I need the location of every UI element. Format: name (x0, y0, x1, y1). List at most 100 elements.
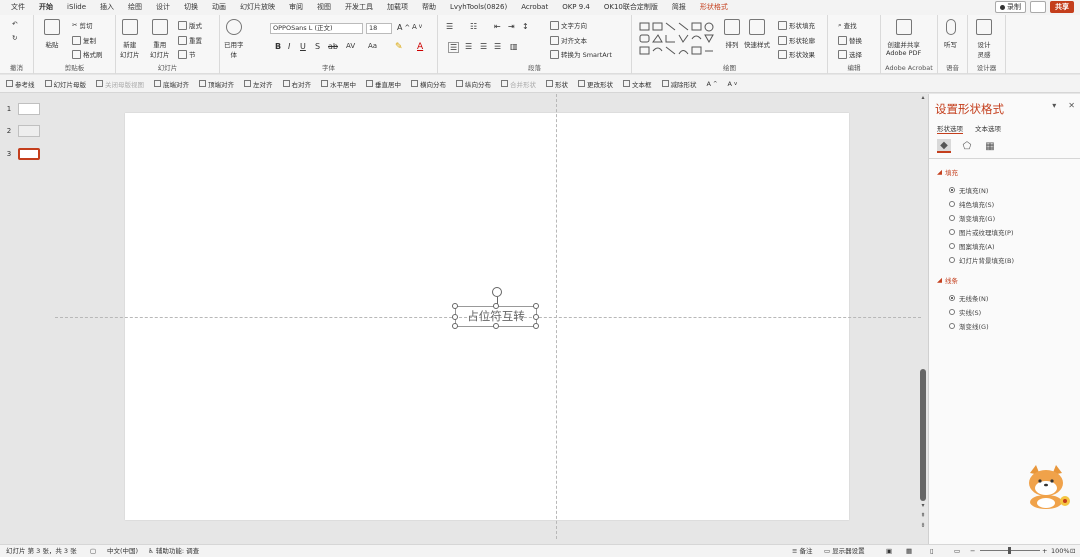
subtract-shape-button[interactable]: 减除形状 (661, 79, 697, 89)
section-button[interactable]: 节 (178, 49, 196, 59)
merge-shapes-button[interactable]: 合并形状 (501, 79, 536, 89)
italic-icon[interactable]: I (288, 42, 290, 51)
share-button[interactable]: 共享 (1050, 1, 1074, 13)
radio-solid-fill[interactable]: 纯色填充(S) (949, 199, 994, 209)
guides-button[interactable]: 参考线 (6, 79, 35, 89)
font-grow-small-icon[interactable]: A ^ (707, 80, 718, 88)
align-left-icon[interactable]: ☰ (448, 42, 460, 53)
slideshow-icon[interactable]: ▭ (954, 545, 960, 557)
distribute-v-button[interactable]: 纵向分布 (456, 79, 491, 89)
display-settings-button[interactable]: ▭ 显示器设置 (824, 545, 865, 557)
resize-handle-w[interactable] (452, 314, 458, 320)
radio-gradient-line[interactable]: 渐变线(G) (949, 321, 989, 331)
find-button[interactable]: ⌕ 查找 (838, 20, 857, 31)
thumbnail-1[interactable]: 1 (0, 103, 40, 115)
tab-text-options[interactable]: 文本选项 (975, 123, 1001, 133)
language-status[interactable]: 中文(中国) (107, 545, 138, 557)
arrange-button[interactable]: 排列 (724, 19, 740, 49)
font-shrink-small-icon[interactable]: Av (727, 80, 737, 88)
accessibility-status[interactable]: ♿ 辅助功能: 调查 (148, 545, 199, 557)
align-left-button[interactable]: 左对齐 (244, 79, 273, 89)
menu-islide[interactable]: iSlide (60, 0, 93, 15)
resize-handle-se[interactable] (533, 323, 539, 329)
menu-animations[interactable]: 动画 (205, 0, 233, 15)
slide-master-button[interactable]: 幻灯片母版 (44, 79, 86, 89)
menu-help[interactable]: 帮助 (415, 0, 443, 15)
menu-acrobat[interactable]: Acrobat (514, 0, 555, 15)
effects-pentagon-icon[interactable]: ⬠ (960, 139, 974, 153)
grow-font-icon[interactable]: A ^ (397, 23, 410, 32)
layout-button[interactable]: 版式 (178, 20, 202, 30)
menu-view[interactable]: 视图 (310, 0, 338, 15)
copy-button[interactable]: 复制 (72, 35, 96, 45)
fill-line-icon[interactable]: ◆ (937, 139, 951, 153)
reuse-slide-button[interactable]: 重用 幻灯片 (150, 19, 170, 59)
textbox-button[interactable]: 文本框 (623, 79, 652, 89)
menu-developer[interactable]: 开发工具 (338, 0, 380, 15)
shadow-icon[interactable]: S (315, 42, 320, 51)
align-center-icon[interactable]: ☰ (465, 42, 472, 51)
vertical-scrollbar[interactable]: ▴ ▾ ⇞ ⇟ (918, 94, 928, 534)
shape-outline-button[interactable]: 形状轮廓 (778, 35, 815, 45)
resize-handle-s[interactable] (493, 323, 499, 329)
zoom-slider-knob[interactable] (1008, 547, 1011, 554)
select-button[interactable]: 选择 (838, 49, 862, 59)
radio-solid-line[interactable]: 实线(S) (949, 307, 981, 317)
zoom-out-icon[interactable]: − (970, 545, 975, 557)
fill-section-header[interactable]: ◢ 填充 (937, 167, 958, 177)
smartart-button[interactable]: 转换为 SmartArt (550, 49, 612, 59)
normal-view-icon[interactable]: ▣ (886, 545, 892, 557)
paste-button[interactable]: 粘贴 (44, 19, 60, 49)
record-button[interactable]: 录制 (995, 1, 1026, 13)
undo-icon[interactable]: ↶ (12, 20, 17, 28)
size-properties-icon[interactable]: ▦ (983, 139, 997, 153)
placeholder-shape[interactable]: 占位符互转 (452, 287, 539, 329)
quick-styles-button[interactable]: 快速样式 (744, 19, 770, 49)
close-master-button[interactable]: 关闭母版视图 (96, 79, 144, 89)
tab-shape-options[interactable]: 形状选项 (937, 123, 963, 134)
shape-fill-button[interactable]: 形状填充 (778, 20, 815, 30)
resize-handle-sw[interactable] (452, 323, 458, 329)
bullets-icon[interactable]: ☰ (446, 22, 453, 31)
radio-gradient-fill[interactable]: 渐变填充(G) (949, 213, 995, 223)
increase-indent-icon[interactable]: ⇥ (508, 22, 515, 31)
distribute-h-button[interactable]: 横向分布 (411, 79, 446, 89)
menu-briefing[interactable]: 简报 (665, 0, 693, 15)
scrollbar-thumb[interactable] (920, 369, 926, 501)
align-right-button[interactable]: 右对齐 (282, 79, 311, 89)
slide-sorter-icon[interactable]: ▦ (906, 545, 912, 557)
menu-okp[interactable]: OKP 9.4 (555, 0, 597, 15)
font-name-select[interactable]: OPPOSans L (正文) (270, 23, 363, 34)
bold-icon[interactable]: B (275, 42, 281, 51)
pane-close-icon[interactable]: ✕ (1068, 101, 1075, 110)
menu-home[interactable]: 开始 (32, 0, 60, 16)
radio-pattern-fill[interactable]: 图案填充(A) (949, 241, 995, 251)
numbering-icon[interactable]: ☷ (470, 22, 477, 31)
shape-effects-button[interactable]: 形状效果 (778, 49, 815, 59)
thumbnail-3[interactable]: 3 (0, 148, 40, 160)
create-pdf-button[interactable]: 创建并共享 Adobe PDF (886, 19, 921, 57)
text-direction-button[interactable]: 文字方向 (550, 20, 587, 30)
scroll-up-icon[interactable]: ▴ (920, 94, 926, 101)
thumbnail-2[interactable]: 2 (0, 125, 40, 137)
align-top-button[interactable]: 顶端对齐 (199, 79, 234, 89)
change-case-icon[interactable]: Aa (368, 42, 377, 50)
reset-button[interactable]: 重置 (178, 35, 202, 45)
line-section-header[interactable]: ◢ 线条 (937, 275, 958, 285)
cut-button[interactable]: ✂ 剪切 (72, 20, 92, 30)
resize-handle-ne[interactable] (533, 303, 539, 309)
zoom-in-icon[interactable]: + (1042, 545, 1047, 557)
redo-icon[interactable]: ↻ (12, 34, 17, 42)
resize-handle-nw[interactable] (452, 303, 458, 309)
align-bottom-button[interactable]: 底端对齐 (154, 79, 189, 89)
menu-slideshow[interactable]: 幻灯片放映 (233, 0, 282, 15)
fit-slide-icon[interactable]: ⊡ (1070, 545, 1075, 557)
menu-ok10[interactable]: OK10联合定制版 (597, 0, 665, 15)
menu-addins[interactable]: 加载项 (380, 0, 415, 15)
reading-view-icon[interactable]: ▯ (930, 545, 934, 557)
slide-canvas[interactable]: 占位符互转 (55, 94, 921, 539)
align-text-button[interactable]: 对齐文本 (550, 35, 587, 45)
line-spacing-icon[interactable]: ↕ (522, 22, 529, 31)
columns-icon[interactable]: ▥ (510, 42, 518, 51)
highlight-icon[interactable]: ✎ (395, 42, 403, 52)
